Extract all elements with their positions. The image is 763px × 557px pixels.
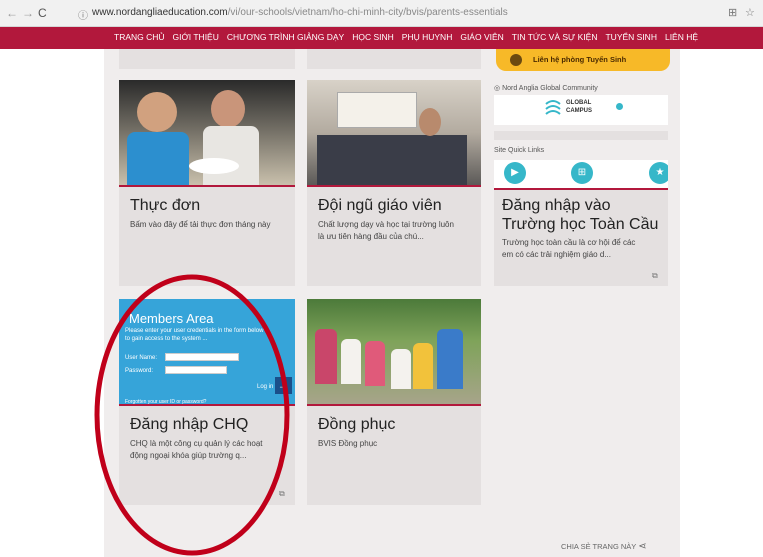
share-icon: ⋖ [638, 541, 647, 552]
annotation-circle [94, 274, 290, 556]
share-label: CHIA SẺ TRANG NÀY [561, 542, 637, 551]
annotation-overlay [94, 274, 290, 556]
share-page-button[interactable]: CHIA SẺ TRANG NÀY ⋖ [561, 541, 647, 552]
